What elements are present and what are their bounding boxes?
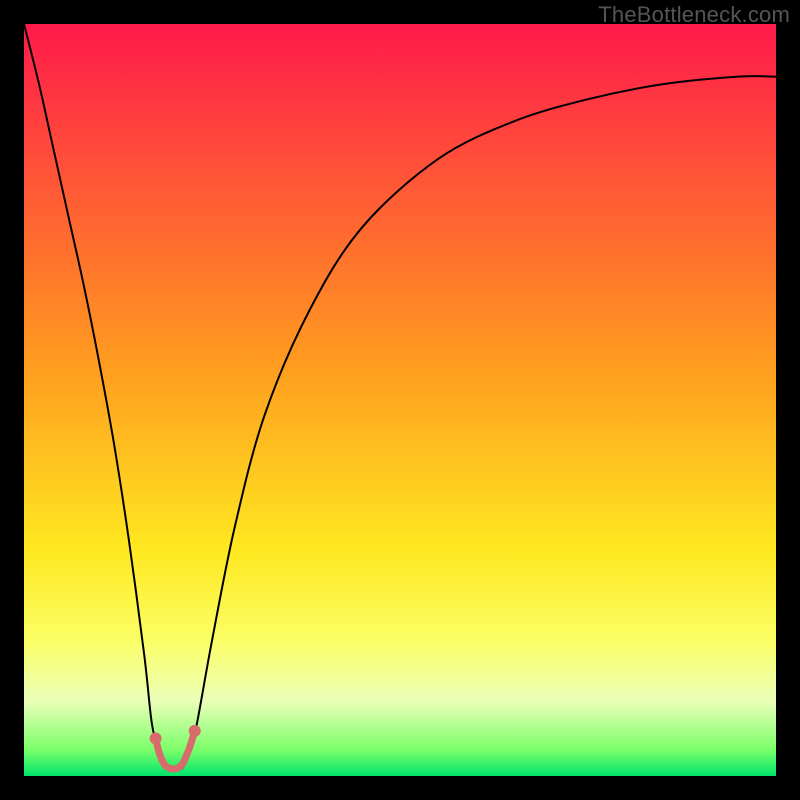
valley-dot <box>150 732 162 744</box>
bottleneck-chart <box>24 24 776 776</box>
watermark-text: TheBottleneck.com <box>598 2 790 28</box>
valley-dot <box>189 725 201 737</box>
chart-frame <box>24 24 776 776</box>
chart-background <box>24 24 776 776</box>
